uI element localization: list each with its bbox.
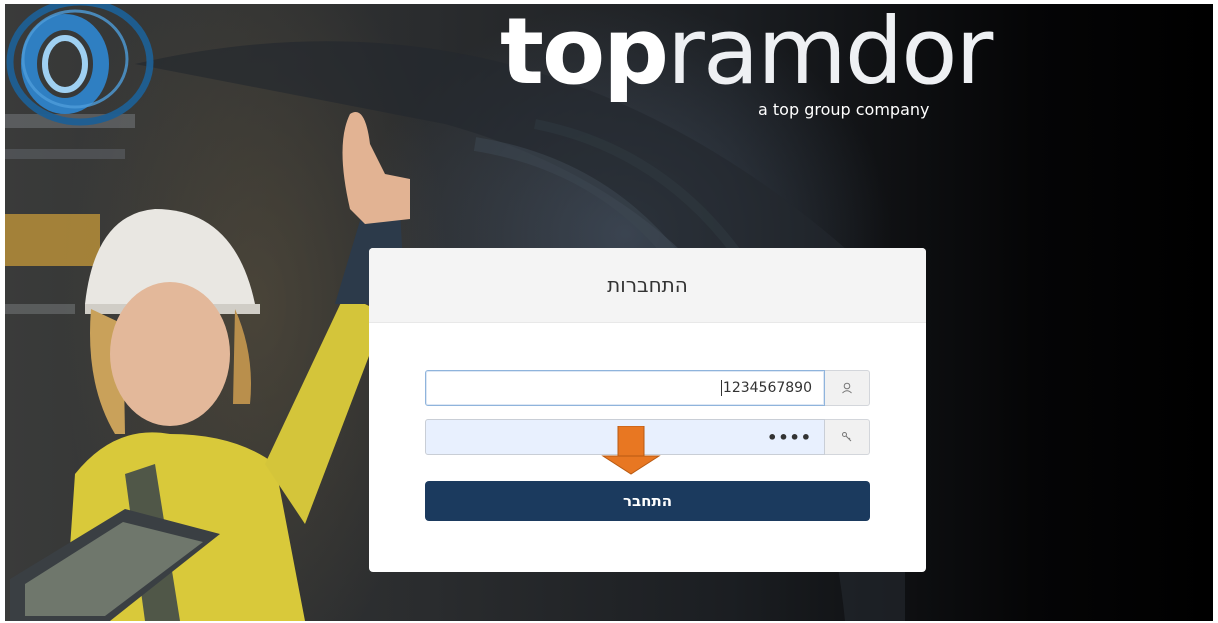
key-icon-glyph (842, 432, 852, 442)
brand-logo-icon (6, 4, 154, 126)
login-screen: topramdor a top group company התחברות 12… (0, 0, 1218, 623)
brand-tagline: a top group company (758, 100, 930, 119)
login-button[interactable]: התחבר (425, 481, 870, 521)
brand-wordmark: topramdor (500, 0, 993, 105)
username-value: 1234567890 (722, 380, 812, 396)
user-icon-glyph (842, 382, 852, 394)
brand-name-bold: top (500, 0, 669, 105)
login-card: התחברות 1234567890 •••• התחבר (369, 248, 926, 572)
username-row: 1234567890 (425, 370, 870, 406)
arrow-down-icon (601, 426, 661, 475)
username-input[interactable]: 1234567890 (425, 370, 825, 406)
user-icon (825, 370, 870, 406)
text-caret (720, 380, 722, 396)
login-title: התחברות (607, 273, 688, 297)
brand-name-light: ramdor (667, 0, 993, 105)
password-value: •••• (767, 427, 812, 447)
key-icon (825, 419, 870, 455)
login-card-header: התחברות (369, 248, 926, 323)
